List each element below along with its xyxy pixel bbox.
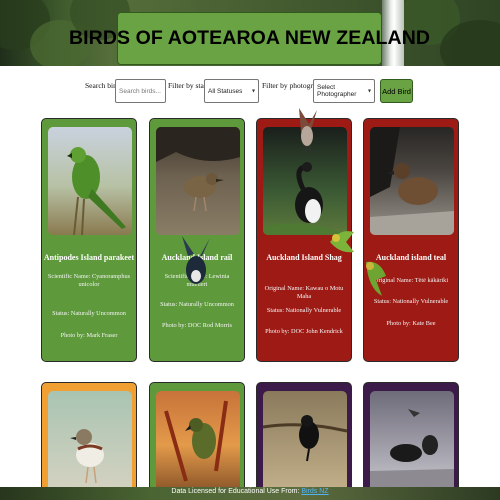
flying-bird-image: [299, 108, 317, 152]
bird-photographer: Photo by: DOC Rod Morris: [162, 322, 232, 329]
bird-photo: [48, 391, 132, 499]
bird-photo: [156, 127, 240, 235]
chevron-down-icon: ▾: [367, 88, 371, 95]
status-select[interactable]: All Statuses ▾: [204, 79, 259, 103]
footer: Data Licensed for Educational Use From: …: [0, 487, 500, 500]
title-box: BIRDS OF AOTEAROA NEW ZEALAND: [69, 12, 430, 65]
bird-scientific-name: Scientific Name: Cyanoramphus unicolor: [47, 273, 131, 288]
bird-status: Status: Nationally Vulnerable: [266, 307, 342, 314]
bird-card[interactable]: [149, 382, 245, 500]
bird-status: Status: Naturally Uncommon: [160, 301, 234, 308]
flying-bird-image: [366, 261, 386, 296]
bird-status: Status: Naturally Uncommon: [52, 310, 126, 317]
page-title: BIRDS OF AOTEAROA NEW ZEALAND: [68, 27, 431, 49]
bird-card[interactable]: [41, 382, 137, 500]
footer-credit-text: Data Licensed for Educational Use From:: [171, 488, 300, 495]
birds-nz-link[interactable]: Birds NZ: [301, 488, 328, 495]
bird-photo: [156, 391, 240, 499]
photographer-select-value: Select Photographer: [317, 84, 357, 98]
flying-bird-image: [330, 231, 354, 253]
header-banner: BIRDS OF AOTEAROA NEW ZEALAND: [0, 0, 500, 66]
bird-status: Status: Nationally Vulnerable: [373, 298, 449, 305]
bird-card[interactable]: [363, 382, 459, 500]
footer-credit: Data Licensed for Educational Use From: …: [0, 488, 500, 495]
bird-card[interactable]: Auckland island teal Original Name: Tētē…: [363, 118, 459, 362]
chevron-down-icon: ▾: [251, 88, 255, 95]
bird-photo: [263, 391, 347, 499]
bird-card[interactable]: [256, 382, 352, 500]
bird-card[interactable]: Antipodes Island parakeet Scientific Nam…: [41, 118, 137, 362]
bird-original-name: Original Name: Kawau o Motu Maha: [264, 285, 344, 300]
photographer-select[interactable]: Select Photographer ▾: [313, 79, 375, 103]
bird-photo: [370, 391, 454, 499]
bird-photographer: Photo by: Mark Fraser: [60, 332, 118, 339]
bird-photo: [48, 127, 132, 235]
status-select-value: All Statuses: [208, 87, 243, 95]
bird-photographer: Photo by: DOC John Kendrick: [265, 328, 343, 335]
flying-bird-image: [182, 236, 210, 284]
add-bird-button[interactable]: Add Bird: [380, 79, 413, 103]
bird-photographer: Photo by: Kate Bee: [386, 320, 436, 327]
bird-photo: [370, 127, 454, 235]
bird-name: Antipodes Island parakeet: [43, 253, 135, 262]
search-input[interactable]: Search birds...: [115, 79, 166, 103]
